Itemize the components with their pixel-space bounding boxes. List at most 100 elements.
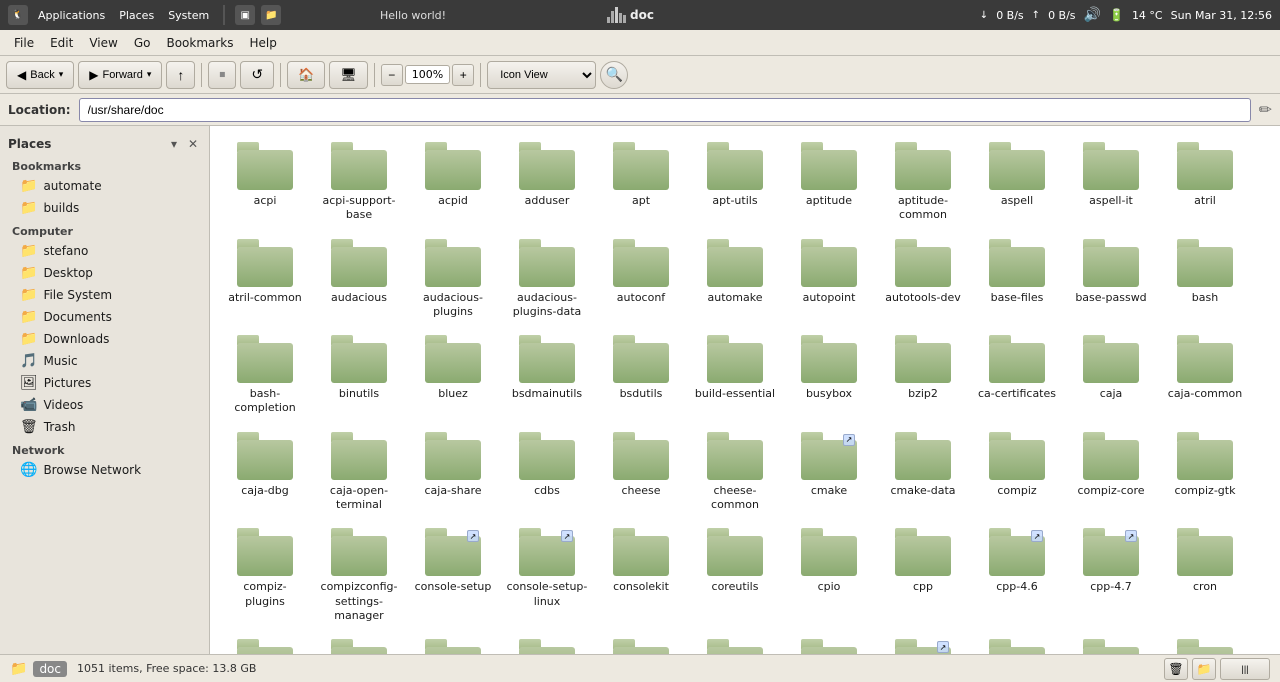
sidebar-item-desktop[interactable]: 📁 Desktop xyxy=(4,262,205,284)
list-item[interactable]: autoconf xyxy=(596,233,686,326)
sidebar-item-browse-network[interactable]: 🌐 Browse Network xyxy=(4,459,205,481)
zoom-in-button[interactable]: + xyxy=(452,64,474,86)
list-item[interactable]: dash xyxy=(220,633,310,654)
list-item[interactable]: dconf-tools xyxy=(690,633,780,654)
list-item[interactable]: cron xyxy=(1160,522,1250,629)
list-item[interactable]: bash xyxy=(1160,233,1250,326)
list-item[interactable]: acpi-support-base xyxy=(314,136,404,229)
list-item[interactable]: ca-certificates xyxy=(972,329,1062,422)
sidebar-item-automate[interactable]: 📁 automate xyxy=(4,175,205,197)
list-item[interactable]: dbus xyxy=(314,633,404,654)
trash-status-button[interactable]: 🗑 xyxy=(1164,658,1188,680)
list-item[interactable]: compiz-core xyxy=(1066,426,1156,519)
zoom-out-button[interactable]: − xyxy=(381,64,403,86)
list-item[interactable]: ↗debconf- xyxy=(878,633,968,654)
reload-button[interactable]: ↺ xyxy=(240,61,274,89)
list-item[interactable]: audacious xyxy=(314,233,404,326)
list-item[interactable]: base-passwd xyxy=(1066,233,1156,326)
list-item[interactable]: caja xyxy=(1066,329,1156,422)
list-item[interactable]: dconf- xyxy=(502,633,592,654)
sidebar-toggle-button[interactable]: ▾ xyxy=(166,136,182,152)
list-item[interactable]: acpid xyxy=(408,136,498,229)
list-item[interactable]: busybox xyxy=(784,329,874,422)
list-item[interactable]: aptitude-common xyxy=(878,136,968,229)
list-item[interactable]: cheese-common xyxy=(690,426,780,519)
list-item[interactable]: ↗cpp-4.7 xyxy=(1066,522,1156,629)
list-item[interactable]: aspell-it xyxy=(1066,136,1156,229)
list-item[interactable]: acpi xyxy=(220,136,310,229)
files-icon[interactable]: 📁 xyxy=(261,5,281,25)
menu-go[interactable]: Go xyxy=(126,33,159,53)
list-item[interactable]: bluez xyxy=(408,329,498,422)
places-menu[interactable]: Places xyxy=(115,9,158,22)
up-button[interactable]: ↑ xyxy=(166,61,195,89)
view-list-button[interactable]: ||| xyxy=(1220,658,1270,680)
sidebar-item-stefano[interactable]: 📁 stefano xyxy=(4,240,205,262)
list-item[interactable]: cmake-data xyxy=(878,426,968,519)
back-button[interactable]: ◀ Back ▾ xyxy=(6,61,74,89)
file-area[interactable]: acpiacpi-support-baseacpidadduseraptapt-… xyxy=(210,126,1280,654)
list-item[interactable]: automake xyxy=(690,233,780,326)
list-item[interactable]: binutils xyxy=(314,329,404,422)
list-item[interactable]: cpp xyxy=(878,522,968,629)
list-item[interactable]: bsdmainutils xyxy=(502,329,592,422)
list-item[interactable]: caja-common xyxy=(1160,329,1250,422)
list-item[interactable]: consolekit xyxy=(596,522,686,629)
list-item[interactable]: atril xyxy=(1160,136,1250,229)
stop-button[interactable]: ⏹ xyxy=(208,61,236,89)
list-item[interactable]: autopoint xyxy=(784,233,874,326)
list-item[interactable]: debhelper xyxy=(972,633,1062,654)
list-item[interactable]: debconf xyxy=(784,633,874,654)
search-button[interactable]: 🔍 xyxy=(600,61,628,89)
sidebar-item-documents[interactable]: 📁 Documents xyxy=(4,306,205,328)
sidebar-item-trash[interactable]: 🗑 Trash xyxy=(4,416,205,438)
list-item[interactable]: debian- xyxy=(1066,633,1156,654)
list-item[interactable]: bzip2 xyxy=(878,329,968,422)
view-mode-select[interactable]: Icon View List View Compact View xyxy=(487,61,596,89)
sidebar-item-pictures[interactable]: 🖼 Pictures xyxy=(4,372,205,394)
sidebar-item-filesystem[interactable]: 📁 File System xyxy=(4,284,205,306)
list-item[interactable]: dbus-x11 xyxy=(408,633,498,654)
list-item[interactable]: cpio xyxy=(784,522,874,629)
list-item[interactable]: bash-completion xyxy=(220,329,310,422)
terminal-icon[interactable]: ▣ xyxy=(235,5,255,25)
list-item[interactable]: compizconfig-settings-manager xyxy=(314,522,404,629)
list-item[interactable]: aspell xyxy=(972,136,1062,229)
list-item[interactable]: caja-dbg xyxy=(220,426,310,519)
menu-view[interactable]: View xyxy=(81,33,125,53)
folder-status-button[interactable]: 📁 xyxy=(1192,658,1216,680)
list-item[interactable]: apt xyxy=(596,136,686,229)
location-input[interactable] xyxy=(79,98,1251,122)
sidebar-item-builds[interactable]: 📁 builds xyxy=(4,197,205,219)
sidebar-item-videos[interactable]: 📹 Videos xyxy=(4,394,205,416)
list-item[interactable]: ↗cpp-4.6 xyxy=(972,522,1062,629)
list-item[interactable]: build-essential xyxy=(690,329,780,422)
location-edit-button[interactable]: ✏ xyxy=(1259,100,1272,120)
list-item[interactable]: ↗console-setup xyxy=(408,522,498,629)
menu-bookmarks[interactable]: Bookmarks xyxy=(158,33,241,53)
forward-button[interactable]: ▶ Forward ▾ xyxy=(78,61,162,89)
list-item[interactable]: bsdutils xyxy=(596,329,686,422)
list-item[interactable]: autotools-dev xyxy=(878,233,968,326)
applications-menu[interactable]: Applications xyxy=(34,9,109,22)
list-item[interactable]: audacious-plugins-data xyxy=(502,233,592,326)
list-item[interactable]: atril-common xyxy=(220,233,310,326)
list-item[interactable]: audacious-plugins xyxy=(408,233,498,326)
list-item[interactable]: compiz-plugins xyxy=(220,522,310,629)
list-item[interactable]: cheese xyxy=(596,426,686,519)
list-item[interactable]: aptitude xyxy=(784,136,874,229)
sidebar-item-downloads[interactable]: 📁 Downloads xyxy=(4,328,205,350)
computer-button[interactable]: 🖥 xyxy=(329,61,368,89)
sidebar-item-music[interactable]: 🎵 Music xyxy=(4,350,205,372)
list-item[interactable]: caja-share xyxy=(408,426,498,519)
list-item[interactable]: ↗cmake xyxy=(784,426,874,519)
system-menu[interactable]: System xyxy=(164,9,213,22)
list-item[interactable]: debian- xyxy=(1160,633,1250,654)
list-item[interactable]: coreutils xyxy=(690,522,780,629)
list-item[interactable]: compiz-gtk xyxy=(1160,426,1250,519)
list-item[interactable]: dconf- xyxy=(596,633,686,654)
menu-edit[interactable]: Edit xyxy=(42,33,81,53)
list-item[interactable]: base-files xyxy=(972,233,1062,326)
list-item[interactable]: caja-open-terminal xyxy=(314,426,404,519)
list-item[interactable]: cdbs xyxy=(502,426,592,519)
